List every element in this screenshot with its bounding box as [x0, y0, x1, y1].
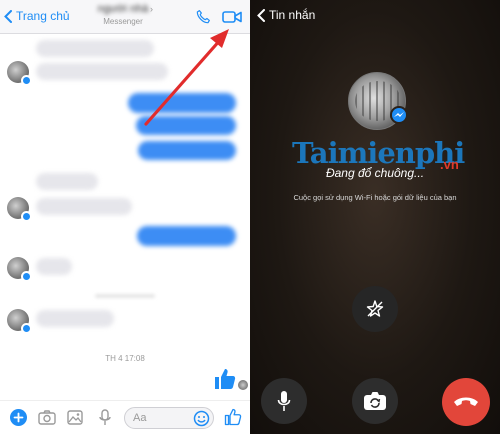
- incoming-message: [36, 310, 114, 327]
- message-composer: Aa: [0, 400, 250, 434]
- thumbs-up-icon[interactable]: [224, 408, 242, 426]
- read-receipt: [95, 294, 155, 298]
- seen-avatar: [238, 380, 248, 390]
- microphone-icon[interactable]: [99, 409, 111, 426]
- messenger-bolt-icon: [390, 106, 408, 124]
- end-call-icon: [454, 397, 478, 406]
- messenger-badge-icon: [21, 271, 32, 282]
- end-call-button[interactable]: [442, 378, 490, 426]
- contact-avatar[interactable]: [7, 257, 32, 282]
- back-button[interactable]: Tin nhắn: [257, 8, 315, 22]
- message-timestamp: TH 4 17:08: [105, 354, 145, 363]
- messenger-badge-icon: [21, 211, 32, 222]
- contact-avatar[interactable]: [7, 309, 32, 334]
- back-label: Tin nhắn: [269, 8, 316, 22]
- outgoing-message: [137, 226, 236, 246]
- chevron-left-icon: [257, 8, 265, 22]
- message-input[interactable]: Aa: [124, 407, 214, 429]
- outgoing-message: [138, 141, 236, 160]
- incoming-message: [36, 198, 132, 215]
- plus-icon[interactable]: [10, 409, 27, 426]
- incoming-message: [36, 258, 72, 275]
- thumbs-up-icon: [215, 369, 236, 389]
- message-input-placeholder: Aa: [133, 412, 147, 424]
- switch-camera-button[interactable]: [352, 378, 398, 424]
- watermark-brand: Taimienphi: [292, 136, 465, 170]
- effects-button[interactable]: [352, 286, 398, 332]
- messenger-chat-screen: Trang chủ người nhà › Messenger TH 4 17:…: [0, 0, 250, 434]
- mute-button[interactable]: [261, 378, 307, 424]
- microphone-icon: [277, 391, 291, 411]
- image-icon[interactable]: [67, 410, 83, 425]
- network-note: Cuộc gọi sử dụng Wi-Fi hoặc gói dữ liệu …: [293, 193, 457, 202]
- camera-switch-icon: [364, 392, 386, 410]
- video-call-screen: Tin nhắn Taimienphi .vn Đang đổ chuông..…: [250, 0, 500, 434]
- sparkle-flip-icon: [366, 300, 384, 317]
- annotation-arrow: [144, 29, 229, 126]
- contact-avatar[interactable]: [7, 197, 32, 222]
- messenger-badge-icon: [21, 323, 32, 334]
- camera-icon[interactable]: [38, 410, 56, 425]
- incoming-message: [36, 173, 98, 190]
- call-status: Đang đổ chuông...: [325, 166, 425, 180]
- smiley-icon[interactable]: [193, 410, 210, 427]
